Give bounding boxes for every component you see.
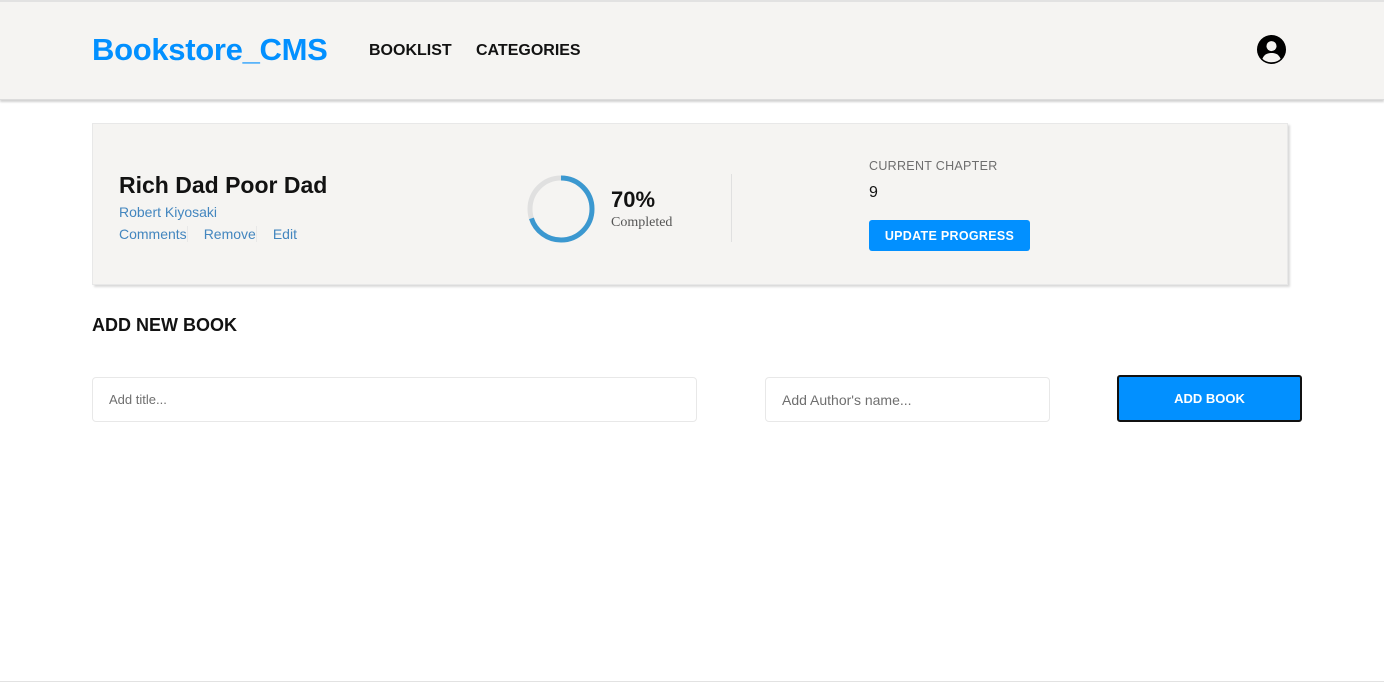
nav-booklist[interactable]: BOOKLIST [369,42,452,60]
edit-button[interactable]: Edit [273,226,313,242]
book-author: Robert Kiyosaki [119,204,218,220]
current-chapter-value: 9 [869,184,878,201]
update-progress-button[interactable]: UPDATE PROGRESS [869,220,1030,251]
book-card: Rich Dad Poor Dad Robert Kiyosaki Commen… [92,123,1288,285]
remove-button[interactable]: Remove [204,226,257,242]
author-input[interactable] [765,377,1050,422]
page: Bookstore_CMS BOOKLIST CATEGORIES Rich D… [0,0,1384,682]
header: Bookstore_CMS BOOKLIST CATEGORIES [0,2,1384,100]
logo[interactable]: Bookstore_CMS [92,32,328,68]
progress-ring [527,175,595,243]
book-actions: Comments Remove Edit [119,226,313,242]
title-input[interactable] [92,377,697,422]
add-book-heading: ADD NEW BOOK [92,315,237,335]
book-title: Rich Dad Poor Dad [119,172,328,198]
progress-label: Completed [611,215,673,230]
user-circle-icon[interactable] [1256,34,1287,65]
progress-percent: 70% [611,187,656,212]
current-chapter-label: CURRENT CHAPTER [869,159,998,173]
nav-categories[interactable]: CATEGORIES [476,42,581,60]
comments-button[interactable]: Comments [119,226,188,242]
divider [731,174,732,242]
add-book-button[interactable]: ADD BOOK [1117,375,1302,422]
